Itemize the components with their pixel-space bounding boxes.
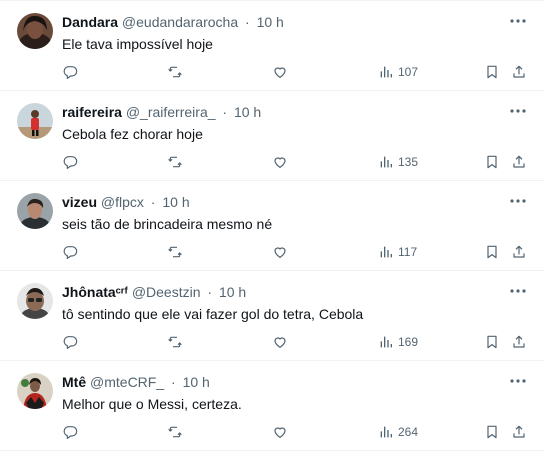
tweet-header: raifereira @_raiferreira_ · 10 h	[62, 103, 504, 121]
retweet-icon[interactable]	[167, 243, 183, 261]
retweet-icon[interactable]	[167, 63, 183, 81]
bookmark-icon[interactable]	[484, 63, 500, 81]
timestamp[interactable]: 10 h	[219, 284, 246, 300]
views-button[interactable]: 135	[378, 153, 418, 171]
views-count: 117	[398, 245, 418, 259]
tweet[interactable]: raifereira @_raiferreira_ · 10 h Cebola …	[0, 91, 544, 181]
reply-icon[interactable]	[62, 153, 78, 171]
reply-icon[interactable]	[62, 423, 78, 441]
reply-icon[interactable]	[62, 333, 78, 351]
reply-feed: Dandara @eudandararocha · 10 h Ele tava …	[0, 0, 544, 459]
views-icon	[380, 66, 392, 78]
tweet[interactable]: vizeu @flpcx · 10 h seis tão de brincade…	[0, 181, 544, 271]
timestamp[interactable]: 10 h	[162, 194, 189, 210]
separator-dot: ·	[150, 194, 156, 210]
retweet-icon[interactable]	[167, 333, 183, 351]
bookmark-icon[interactable]	[484, 333, 500, 351]
more-icon[interactable]	[510, 193, 526, 209]
tweet-header: Mtê @mteCRF_ · 10 h	[62, 373, 504, 391]
avatar[interactable]	[17, 103, 53, 139]
views-icon	[380, 336, 392, 348]
user-handle[interactable]: @Deestzin	[132, 284, 201, 300]
views-count: 135	[398, 155, 419, 169]
like-icon[interactable]	[272, 423, 288, 441]
avatar[interactable]	[17, 283, 53, 319]
share-icon[interactable]	[511, 153, 527, 171]
views-icon	[380, 156, 392, 168]
tweet-text: seis tão de brincadeira mesmo né	[62, 216, 273, 232]
views-icon	[380, 246, 392, 258]
display-name[interactable]: Mtê	[62, 374, 86, 390]
separator-dot: ·	[207, 284, 213, 300]
user-handle[interactable]: @mteCRF_	[90, 374, 164, 390]
avatar[interactable]	[17, 13, 53, 49]
more-icon[interactable]	[510, 103, 526, 119]
views-button[interactable]: 169	[378, 333, 418, 351]
views-button[interactable]: 117	[378, 243, 417, 261]
tweet-text: Melhor que o Messi, certeza.	[62, 396, 242, 412]
timestamp[interactable]: 10 h	[183, 374, 210, 390]
display-name[interactable]: Dandara	[62, 14, 118, 30]
separator-dot: ·	[245, 14, 250, 30]
timestamp[interactable]: 10 h	[234, 104, 261, 120]
avatar[interactable]	[17, 193, 53, 229]
bookmark-icon[interactable]	[484, 423, 500, 441]
bookmark-icon[interactable]	[484, 243, 500, 261]
action-bar: 264	[0, 421, 544, 443]
action-bar: 117	[0, 241, 544, 263]
reply-icon[interactable]	[62, 243, 78, 261]
display-name[interactable]: raifereira	[62, 104, 122, 120]
tweet[interactable]: Dandara @eudandararocha · 10 h Ele tava …	[0, 1, 544, 91]
views-count: 107	[398, 65, 419, 79]
like-icon[interactable]	[272, 243, 288, 261]
share-icon[interactable]	[511, 63, 527, 81]
timestamp[interactable]: 10 h	[257, 14, 284, 30]
action-bar: 135	[0, 151, 544, 173]
display-name[interactable]: Jhônataᶜʳᶠ	[62, 284, 128, 300]
share-icon[interactable]	[511, 423, 527, 441]
tweet[interactable]: Jhônataᶜʳᶠ @Deestzin · 10 h tô sentindo …	[0, 271, 544, 361]
display-name[interactable]: vizeu	[62, 194, 97, 210]
like-icon[interactable]	[272, 333, 288, 351]
tweet-header: Jhônataᶜʳᶠ @Deestzin · 10 h	[62, 283, 504, 301]
like-icon[interactable]	[272, 153, 288, 171]
views-icon	[380, 426, 392, 438]
tweet-header: Dandara @eudandararocha · 10 h	[62, 13, 504, 31]
share-icon[interactable]	[511, 333, 527, 351]
more-icon[interactable]	[510, 373, 526, 389]
separator-dot: ·	[171, 374, 176, 390]
user-handle[interactable]: @flpcx	[101, 194, 144, 210]
like-icon[interactable]	[272, 63, 288, 81]
reply-icon[interactable]	[62, 63, 78, 81]
tweet-header: vizeu @flpcx · 10 h	[62, 193, 504, 211]
views-count: 169	[398, 335, 419, 349]
retweet-icon[interactable]	[167, 153, 183, 171]
views-button[interactable]: 107	[378, 63, 418, 81]
separator-dot: ·	[222, 104, 228, 120]
views-count: 264	[398, 425, 419, 439]
tweet-text: tô sentindo que ele vai fazer gol do tet…	[62, 306, 364, 322]
tweet-text: Ele tava impossível hoje	[62, 36, 213, 52]
more-icon[interactable]	[510, 13, 526, 29]
tweet[interactable]: Mtê @mteCRF_ · 10 h Melhor que o Messi, …	[0, 361, 544, 451]
more-icon[interactable]	[510, 283, 526, 299]
bookmark-icon[interactable]	[484, 153, 500, 171]
action-bar: 169	[0, 331, 544, 353]
retweet-icon[interactable]	[167, 423, 183, 441]
tweet-text: Cebola fez chorar hoje	[62, 126, 203, 142]
avatar[interactable]	[17, 373, 53, 409]
user-handle[interactable]: @eudandararocha	[122, 14, 238, 30]
share-icon[interactable]	[511, 243, 527, 261]
views-button[interactable]: 264	[378, 423, 418, 441]
user-handle[interactable]: @_raiferreira_	[126, 104, 216, 120]
action-bar: 107	[0, 61, 544, 83]
